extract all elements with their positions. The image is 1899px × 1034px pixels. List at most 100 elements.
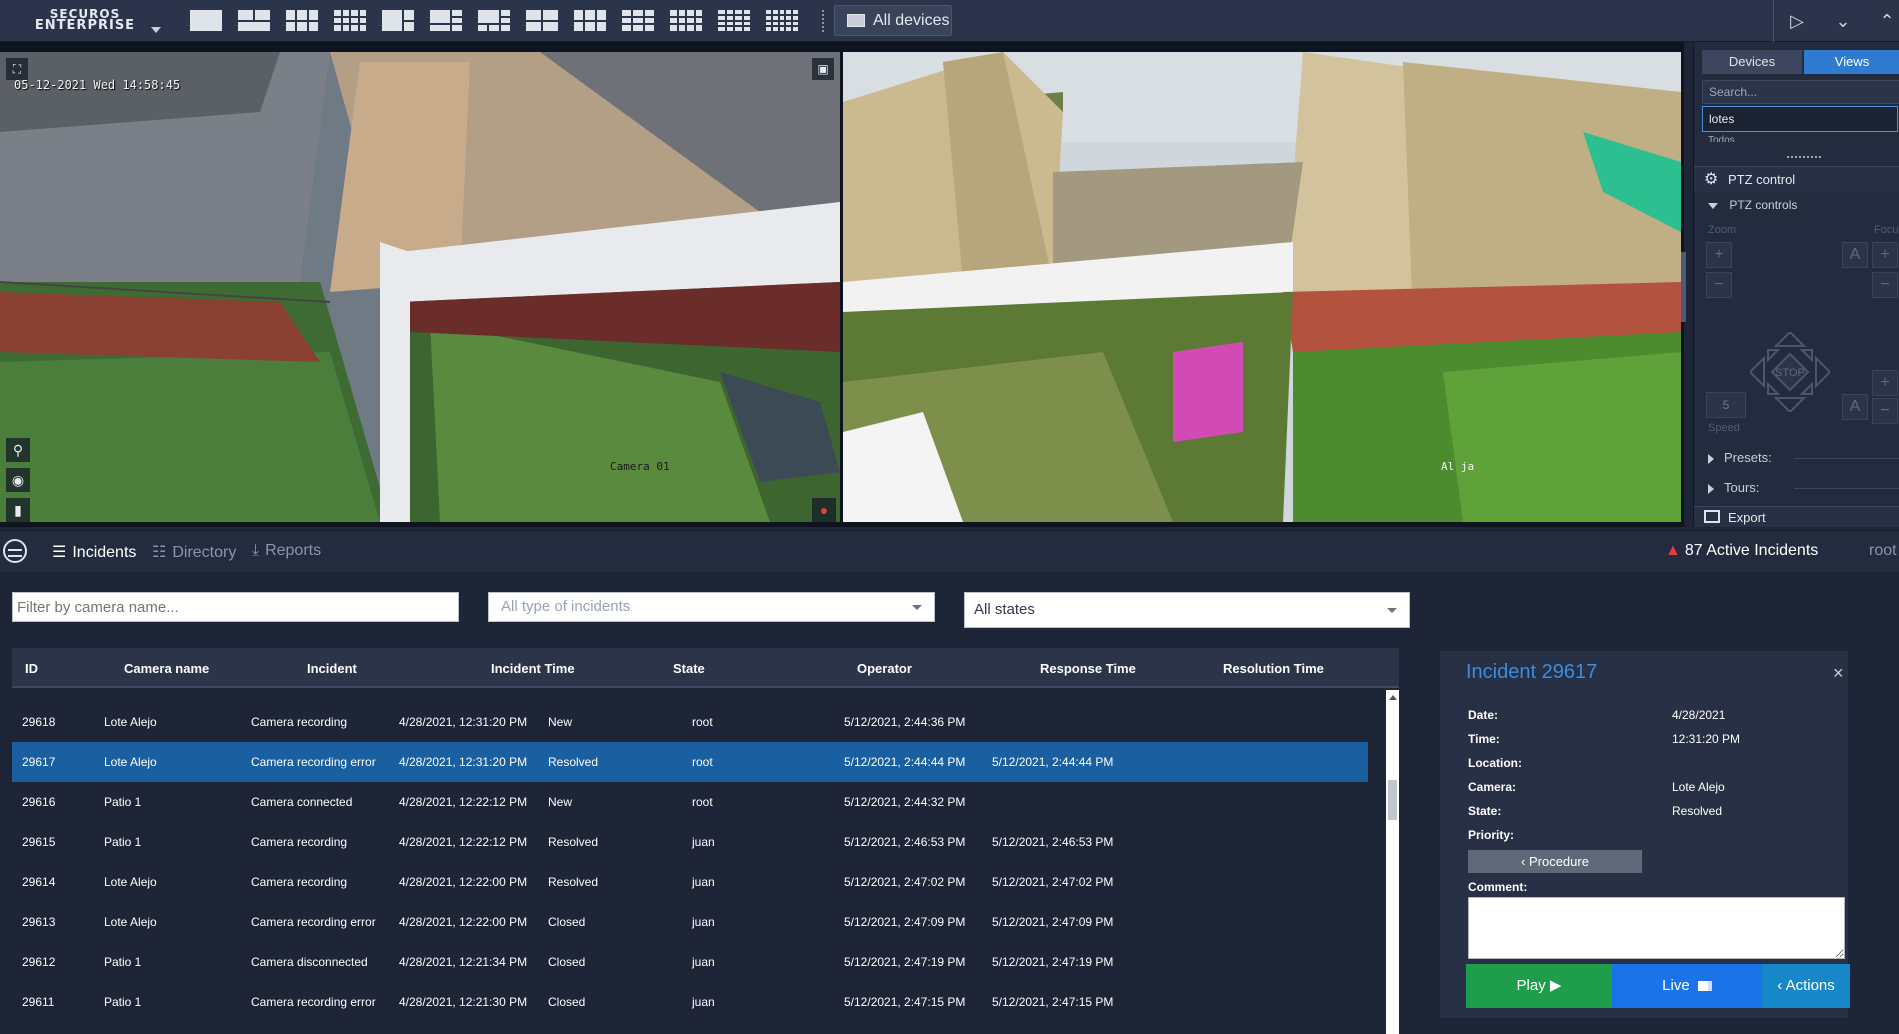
layout-more-button[interactable] bbox=[764, 8, 800, 33]
panel-splitter[interactable] bbox=[1681, 252, 1686, 322]
cell-id: 29614 bbox=[22, 875, 56, 889]
layout-1x1-button[interactable] bbox=[188, 8, 224, 33]
table-row[interactable]: 29616 Patio 1 Camera connected 4/28/2021, 1… bbox=[12, 782, 1368, 822]
column-header-incident[interactable]: Incident bbox=[307, 661, 357, 676]
column-header-state[interactable]: State bbox=[673, 661, 705, 676]
cell-resolution: 5/12/2021, 2:46:53 PM bbox=[992, 835, 1114, 849]
zoom-search-icon[interactable]: ⚲ bbox=[6, 438, 30, 462]
fullscreen-icon[interactable]: ▣ bbox=[812, 58, 834, 80]
view-item-todos[interactable]: Todos bbox=[1708, 134, 1735, 142]
all-devices-button[interactable]: All devices bbox=[834, 5, 952, 36]
layout-4x2-button[interactable] bbox=[332, 8, 368, 33]
ptz-joystick[interactable]: STOP bbox=[1750, 332, 1830, 412]
column-header-camera[interactable]: Camera name bbox=[124, 661, 209, 676]
cell-state: Resolved bbox=[548, 875, 599, 889]
record-icon[interactable]: ● bbox=[812, 498, 836, 522]
views-search-input[interactable]: Search... bbox=[1702, 80, 1899, 104]
layout-4x4-button[interactable] bbox=[716, 8, 752, 33]
iris-open-button[interactable]: + bbox=[1872, 370, 1898, 396]
layout-2x3-button[interactable] bbox=[572, 8, 608, 33]
speed-stepper[interactable]: 5 bbox=[1706, 392, 1746, 418]
procedure-button[interactable]: ‹ Procedure bbox=[1468, 850, 1642, 873]
state-select[interactable]: All states bbox=[964, 592, 1410, 628]
iris-auto-button[interactable]: A bbox=[1842, 394, 1868, 420]
presets-toggle[interactable]: Presets: bbox=[1708, 450, 1772, 465]
camera-view-1[interactable]: 05-12-2021 Wed 14:58:45 Camera 01 ⛶ ▣ ⚲ … bbox=[0, 52, 840, 522]
layout-3x3-button[interactable] bbox=[620, 8, 656, 33]
live-button[interactable]: Live bbox=[1612, 964, 1762, 1008]
table-body: 29619Lote AlejoCamera recording error4/2… bbox=[12, 690, 1368, 1034]
table-row[interactable]: 29614 Lote Alejo Camera recording 4/28/2021… bbox=[12, 862, 1368, 902]
right-panel: Devices Views Search... lotes Todos ⚙ PT… bbox=[1693, 42, 1899, 527]
expand-icon[interactable]: ⛶ bbox=[6, 58, 28, 80]
layout-1-plus-3-button[interactable] bbox=[380, 8, 416, 33]
column-header-resolution-time[interactable]: Resolution Time bbox=[1223, 661, 1324, 676]
active-incidents-indicator[interactable]: ▲ 87 Active Incidents bbox=[1665, 542, 1818, 560]
table-row[interactable]: 29611 Patio 1 Camera recording error 4/28/2… bbox=[12, 982, 1368, 1022]
table-row[interactable]: 29617 Lote Alejo Camera recording error 4/2… bbox=[12, 742, 1368, 782]
table-row[interactable]: 29618 Lote Alejo Camera recording 4/28/2021… bbox=[12, 702, 1368, 742]
table-row[interactable]: 29615 Patio 1 Camera recording 4/28/2021, 1… bbox=[12, 822, 1368, 862]
export-header[interactable]: Export bbox=[1694, 506, 1899, 527]
column-header-id[interactable]: ID bbox=[25, 661, 38, 676]
zoom-out-button[interactable]: − bbox=[1706, 272, 1732, 298]
table-row[interactable]: 29612 Patio 1 Camera disconnected 4/28/2021… bbox=[12, 942, 1368, 982]
incident-detail-title: Incident 29617 bbox=[1466, 661, 1598, 683]
app-menu-caret-icon[interactable] bbox=[151, 27, 161, 33]
column-header-incident-time[interactable]: Incident Time bbox=[491, 661, 575, 676]
cell-state: Resolved bbox=[548, 835, 599, 849]
user-menu[interactable]: root bbox=[1869, 542, 1897, 560]
video-area: 05-12-2021 Wed 14:58:45 Camera 01 ⛶ ▣ ⚲ … bbox=[0, 42, 1686, 527]
layout-3x2-button[interactable] bbox=[284, 8, 320, 33]
nav-incidents[interactable]: ☰ Incidents bbox=[52, 542, 136, 562]
layout-1-plus-5-button[interactable] bbox=[428, 8, 464, 33]
camera-view-2[interactable]: Al ja bbox=[843, 52, 1681, 522]
warning-icon: ▲ bbox=[1665, 542, 1681, 559]
app-menu-icon[interactable] bbox=[3, 539, 27, 563]
tours-toggle[interactable]: Tours: bbox=[1708, 480, 1759, 495]
table-scrollbar[interactable] bbox=[1386, 690, 1399, 1034]
focus-auto-button[interactable]: A bbox=[1842, 242, 1868, 268]
layout-1-plus-7-button[interactable] bbox=[476, 8, 512, 33]
cell-camera: Patio 1 bbox=[104, 955, 142, 969]
nav-directory[interactable]: ☷ Directory bbox=[152, 542, 236, 562]
tab-views[interactable]: Views bbox=[1804, 50, 1899, 74]
column-header-operator[interactable]: Operator bbox=[857, 661, 912, 676]
app-logo[interactable]: SECUROS ENTERPRISE bbox=[6, 8, 164, 38]
ptz-control-header[interactable]: ⚙ PTZ control bbox=[1694, 166, 1899, 192]
detail-label-time: Time: bbox=[1468, 732, 1500, 746]
layout-2x2-button[interactable] bbox=[524, 8, 560, 33]
table-row[interactable]: 29613 Lote Alejo Camera recording error 4/2… bbox=[12, 902, 1368, 942]
close-icon[interactable]: × bbox=[1833, 664, 1844, 682]
incident-type-select[interactable]: All type of incidents bbox=[488, 592, 935, 622]
tab-devices[interactable]: Devices bbox=[1702, 50, 1802, 74]
cell-incident: Camera recording bbox=[251, 835, 348, 849]
scroll-thumb[interactable] bbox=[1388, 780, 1397, 820]
chevron-up-icon[interactable]: ⌃ bbox=[1874, 8, 1899, 34]
chevron-down-icon[interactable]: ⌄ bbox=[1830, 8, 1856, 34]
snapshot-camera-icon[interactable]: ◉ bbox=[6, 468, 30, 492]
ptz-controls-toggle[interactable]: PTZ controls bbox=[1708, 198, 1797, 212]
play-arrow-icon[interactable]: ▷ bbox=[1784, 8, 1810, 34]
focus-in-button[interactable]: + bbox=[1872, 242, 1898, 268]
bookmark-icon[interactable]: ▮ bbox=[6, 498, 30, 522]
caret-right-icon bbox=[1708, 453, 1714, 464]
column-header-response-time[interactable]: Response Time bbox=[1040, 661, 1136, 676]
panel-resize-grip[interactable] bbox=[1787, 156, 1821, 158]
camera-filter-input[interactable] bbox=[12, 592, 459, 622]
cell-resolution: 5/12/2021, 2:47:19 PM bbox=[992, 955, 1114, 969]
actions-button[interactable]: ‹ Actions bbox=[1762, 964, 1850, 1008]
nav-reports[interactable]: ⤓ Reports bbox=[252, 542, 321, 560]
table-row[interactable]: 29619Lote AlejoCamera recording error4/2… bbox=[12, 690, 1368, 702]
view-item-lotes[interactable]: lotes bbox=[1702, 106, 1898, 132]
zoom-in-button[interactable]: + bbox=[1706, 242, 1732, 268]
layout-4x3-button[interactable] bbox=[668, 8, 704, 33]
layout-2x1-button[interactable] bbox=[236, 8, 272, 33]
scroll-up-icon[interactable] bbox=[1389, 695, 1397, 700]
cell-camera: Lote Alejo bbox=[104, 715, 157, 729]
iris-close-button[interactable]: − bbox=[1872, 398, 1898, 424]
comment-textarea[interactable] bbox=[1468, 897, 1845, 959]
focus-out-button[interactable]: − bbox=[1872, 272, 1898, 298]
cell-time: 4/28/2021, 12:22:00 PM bbox=[399, 875, 528, 889]
play-button[interactable]: Play ▶ bbox=[1466, 964, 1612, 1008]
